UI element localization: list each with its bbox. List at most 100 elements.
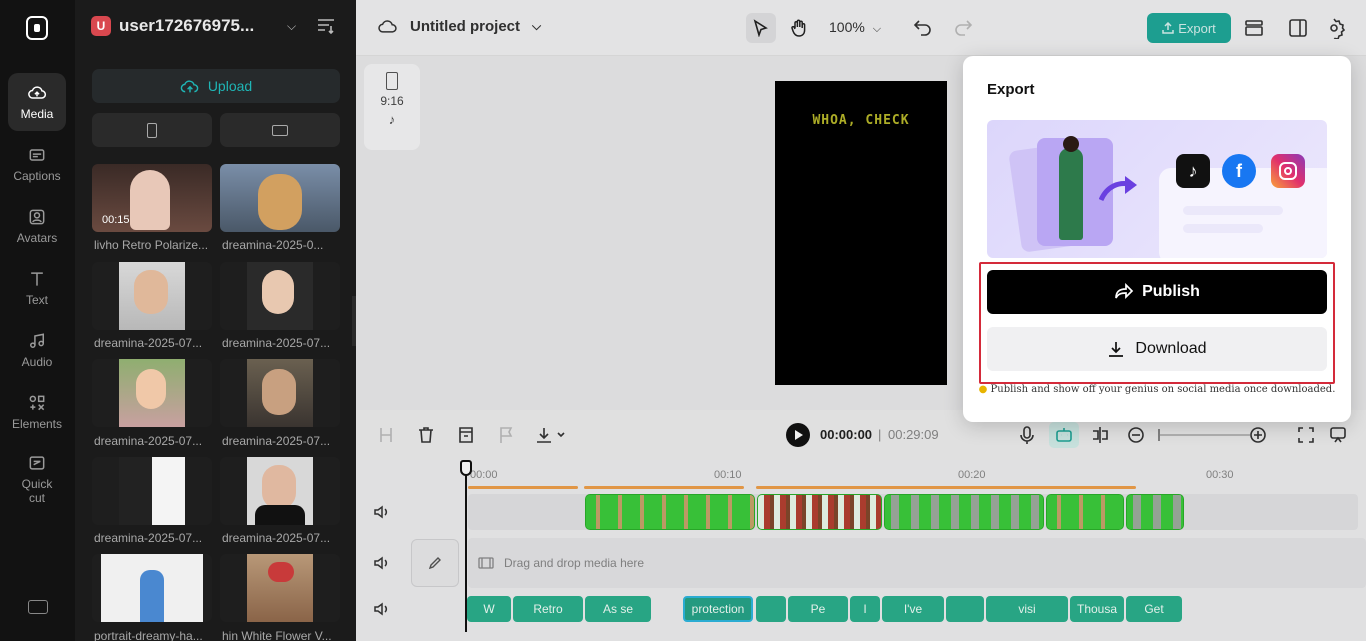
video-clip[interactable] [1046,494,1124,530]
media-caption: dreamina-2025-07... [94,531,203,545]
export-icon [1162,22,1174,34]
portrait-filter-button[interactable] [92,113,212,147]
play-button[interactable] [786,423,810,447]
caption-clip[interactable] [756,596,786,622]
media-thumbnail[interactable] [92,554,212,622]
audio-strip[interactable] [468,486,578,489]
video-preview[interactable]: WHOA, CHECK [775,81,947,385]
edit-track-button[interactable] [411,539,459,587]
sidebar-item-avatars[interactable]: Avatars [8,197,66,255]
media-thumbnail[interactable] [92,457,212,525]
cloud-upload-icon [180,80,199,93]
trash-icon[interactable] [416,425,436,445]
feedback-icon[interactable] [1328,425,1348,445]
caption-clip[interactable]: Retro [513,596,583,622]
media-thumbnail[interactable] [220,164,340,232]
split-screen-icon[interactable] [1090,425,1110,445]
split-icon[interactable] [376,425,396,445]
media-panel: U user172676975... ⌵ Upload 00:15 livho … [75,0,356,641]
select-tool-button[interactable] [746,13,776,43]
playhead-handle[interactable] [460,460,472,476]
caption-clip[interactable]: W [467,596,511,622]
upload-button[interactable]: Upload [92,69,340,103]
sort-icon[interactable] [317,18,335,34]
audio-strip[interactable] [756,486,1136,489]
media-thumbnail[interactable]: 00:15 [92,164,212,232]
zoom-slider-knob[interactable] [1158,429,1160,441]
media-caption: dreamina-2025-07... [222,434,331,448]
sidebar-item-quick-cut[interactable]: Quick cut [8,445,66,513]
film-icon [478,557,494,569]
media-thumbnail[interactable] [220,262,340,330]
speaker-icon[interactable] [372,503,390,521]
fit-to-screen-icon[interactable] [1296,425,1316,445]
freeze-frame-icon[interactable] [456,425,476,445]
account-switcher[interactable]: U user172676975... ⌵ [91,16,296,36]
audio-strip[interactable] [584,486,744,489]
tick-label: 00:20 [958,469,986,481]
timeline-zoom-slider[interactable] [1158,434,1250,436]
export-popup: Export ♪ f Publish Download ● Publish an… [963,56,1351,422]
ai-tool-button[interactable] [1049,422,1079,448]
music-note-icon [30,333,45,348]
sidebar-item-elements[interactable]: Elements [8,383,66,441]
project-menu[interactable]: Untitled project ⌵ [378,17,541,35]
media-caption: dreamina-2025-07... [222,336,331,350]
layers-icon[interactable] [1243,17,1265,39]
zoom-in-icon[interactable] [1248,425,1268,445]
caption-clip[interactable]: Thousa [1070,596,1124,622]
sidebar-item-audio[interactable]: Audio [8,321,66,379]
playhead[interactable] [465,462,467,632]
video-clip[interactable] [1126,494,1184,530]
caption-clip[interactable]: Get [1126,596,1182,622]
keyboard-icon[interactable] [28,600,48,614]
hand-tool-button[interactable] [784,13,814,43]
microphone-icon[interactable] [1017,425,1037,445]
media-duration: 00:15 [102,214,130,226]
lightbulb-icon: ● [978,384,988,395]
sidebar-item-text[interactable]: Text [8,259,66,317]
panel-layout-icon[interactable] [1287,17,1309,39]
redo-icon[interactable] [952,16,974,38]
media-thumbnail[interactable] [220,457,340,525]
media-drop-zone[interactable]: Drag and drop media here [468,538,1366,588]
flag-icon[interactable] [496,425,516,445]
robot-icon [1056,428,1072,442]
time-ruler[interactable]: 00:00 00:10 00:20 00:30 [468,460,1366,486]
caption-clip[interactable]: Pe [788,596,848,622]
top-bar: Untitled project ⌵ 100% ⌵ Export [356,0,1366,56]
publish-button[interactable]: Publish [987,270,1327,314]
speaker-icon[interactable] [372,600,390,618]
sidebar-item-media[interactable]: Media [8,73,66,131]
caption-clip[interactable]: I [850,596,880,622]
caption-clip[interactable]: protection [683,596,753,622]
video-clip[interactable] [757,494,882,530]
aspect-ratio-card[interactable]: 9:16 ♪ [364,64,420,150]
caption-clip[interactable]: I've [882,596,944,622]
gear-icon[interactable] [1323,17,1345,39]
drop-hint: Drag and drop media here [504,556,645,570]
sidebar-item-captions[interactable]: Captions [8,135,66,193]
export-button[interactable]: Export [1147,13,1231,43]
project-title: Untitled project [410,17,521,35]
time-separator: | [878,427,882,442]
zoom-dropdown[interactable]: 100% ⌵ [829,19,881,36]
caption-clip[interactable] [946,596,984,622]
video-clip[interactable] [585,494,755,530]
avatar-icon [29,209,45,225]
caption-clip[interactable]: As se [585,596,651,622]
media-thumbnail[interactable] [220,554,340,622]
undo-icon[interactable] [912,16,934,38]
video-clip[interactable] [884,494,1044,530]
zoom-out-icon[interactable] [1126,425,1146,445]
landscape-filter-button[interactable] [220,113,340,147]
download-menu-icon[interactable] [534,425,568,445]
media-thumbnail[interactable] [92,262,212,330]
media-thumbnail[interactable] [220,359,340,427]
share-icon [1115,283,1134,300]
media-thumbnail[interactable] [92,359,212,427]
speaker-icon[interactable] [372,554,390,572]
caption-clip[interactable]: visi [986,596,1068,622]
download-button[interactable]: Download [987,327,1327,371]
download-label: Download [1135,340,1207,357]
